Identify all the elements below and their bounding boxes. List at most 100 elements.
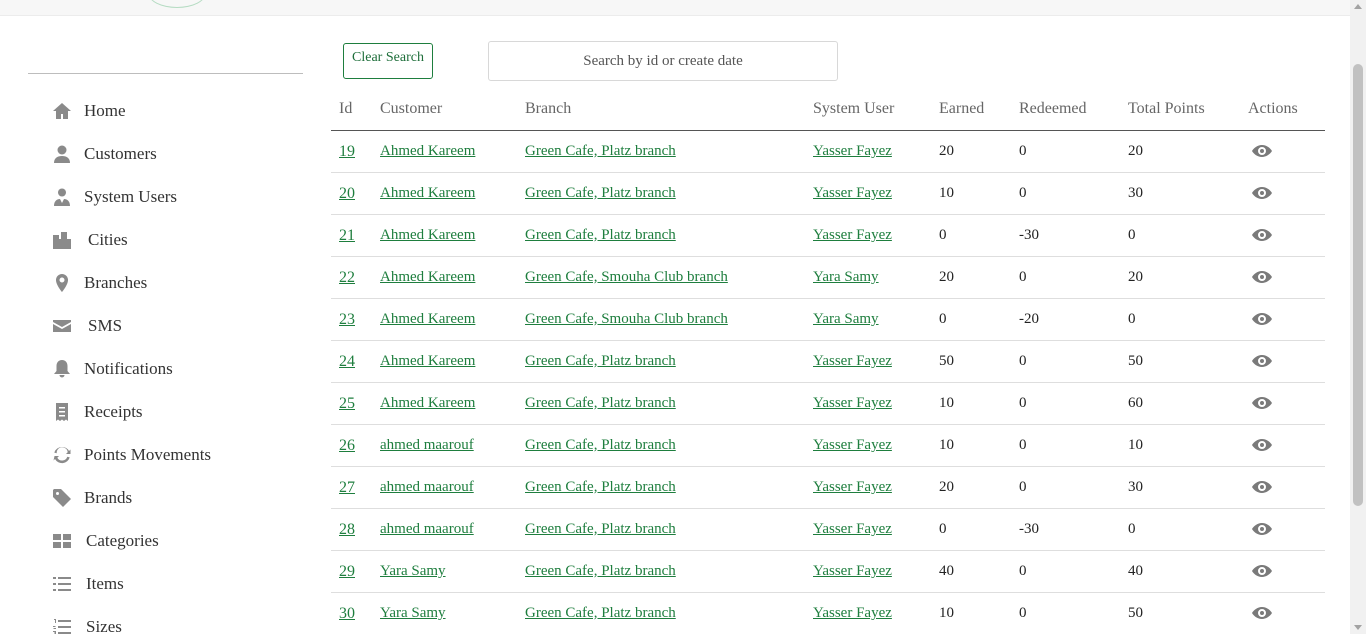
branch-link[interactable]: Green Cafe, Platz branch [525, 353, 676, 370]
earned-value: 10 [939, 395, 954, 411]
sidebar-item-branches[interactable]: Branches [52, 261, 147, 304]
city-icon [52, 230, 72, 250]
view-eye-icon[interactable] [1252, 437, 1272, 453]
sidebar-item-label: Receipts [84, 401, 143, 421]
branch-link[interactable]: Green Cafe, Platz branch [525, 227, 676, 244]
branch-link[interactable]: Green Cafe, Platz branch [525, 479, 676, 496]
system-user-link[interactable]: Yasser Fayez [813, 143, 892, 160]
id-link[interactable]: 25 [339, 395, 355, 413]
id-link[interactable]: 26 [339, 437, 355, 455]
view-eye-icon[interactable] [1252, 311, 1272, 327]
table-row: 20 Ahmed Kareem Green Cafe, Platz branch Ya… [331, 173, 1325, 215]
sidebar-item-points-movements[interactable]: Points Movements [52, 433, 211, 476]
view-eye-icon[interactable] [1252, 563, 1272, 579]
earned-value: 20 [939, 479, 954, 495]
id-link[interactable]: 28 [339, 521, 355, 539]
column-header-actions: Actions [1248, 100, 1298, 117]
system-user-link[interactable]: Yasser Fayez [813, 605, 892, 622]
branch-link[interactable]: Green Cafe, Platz branch [525, 521, 676, 538]
customer-link[interactable]: Ahmed Kareem [380, 269, 475, 286]
scrollbar[interactable] [1350, 0, 1366, 634]
total-points-value: 0 [1128, 227, 1136, 243]
id-link[interactable]: 30 [339, 605, 355, 623]
customer-link[interactable]: Yara Samy [380, 605, 446, 622]
customer-link[interactable]: Ahmed Kareem [380, 227, 475, 244]
total-points-value: 10 [1128, 437, 1143, 453]
branch-link[interactable]: Green Cafe, Platz branch [525, 143, 676, 160]
customer-link[interactable]: ahmed maarouf [380, 479, 474, 496]
envelope-icon [52, 316, 72, 336]
scroll-up-arrow-icon[interactable] [1354, 4, 1362, 9]
customer-link[interactable]: Ahmed Kareem [380, 311, 475, 328]
branch-link[interactable]: Green Cafe, Smouha Club branch [525, 269, 728, 286]
branch-link[interactable]: Green Cafe, Platz branch [525, 605, 676, 622]
view-eye-icon[interactable] [1252, 395, 1272, 411]
table-row: 19 Ahmed Kareem Green Cafe, Platz branch Ya… [331, 131, 1325, 173]
scroll-thumb[interactable] [1353, 64, 1363, 506]
customer-link[interactable]: Ahmed Kareem [380, 395, 475, 412]
sidebar-item-cities[interactable]: Cities [52, 218, 128, 261]
redeemed-value: 0 [1019, 269, 1027, 285]
id-link[interactable]: 24 [339, 353, 355, 371]
id-link[interactable]: 23 [339, 311, 355, 329]
system-user-link[interactable]: Yara Samy [813, 269, 879, 286]
sidebar-item-notifications[interactable]: Notifications [52, 347, 173, 390]
sidebar-item-home[interactable]: Home [52, 89, 126, 132]
view-eye-icon[interactable] [1252, 521, 1272, 537]
branch-link[interactable]: Green Cafe, Platz branch [525, 563, 676, 580]
id-link[interactable]: 29 [339, 563, 355, 581]
branch-link[interactable]: Green Cafe, Smouha Club branch [525, 311, 728, 328]
system-user-link[interactable]: Yasser Fayez [813, 563, 892, 580]
view-eye-icon[interactable] [1252, 227, 1272, 243]
redeemed-value: -30 [1019, 227, 1039, 243]
view-eye-icon[interactable] [1252, 605, 1272, 621]
view-eye-icon[interactable] [1252, 185, 1272, 201]
id-link[interactable]: 21 [339, 227, 355, 245]
points-table: Id Customer Branch System User Earned Redeeme… [331, 89, 1325, 634]
system-user-link[interactable]: Yasser Fayez [813, 395, 892, 412]
customer-link[interactable]: Yara Samy [380, 563, 446, 580]
sidebar-item-categories[interactable]: Categories [52, 519, 159, 562]
system-user-link[interactable]: Yara Samy [813, 311, 879, 328]
id-link[interactable]: 27 [339, 479, 355, 497]
branch-link[interactable]: Green Cafe, Platz branch [525, 185, 676, 202]
clear-search-button[interactable]: Clear Search [343, 43, 433, 79]
sidebar-item-sms[interactable]: SMS [52, 304, 122, 347]
view-eye-icon[interactable] [1252, 269, 1272, 285]
customer-link[interactable]: Ahmed Kareem [380, 353, 475, 370]
grid-icon [52, 531, 72, 551]
column-header-id: Id [339, 100, 353, 117]
view-eye-icon[interactable] [1252, 353, 1272, 369]
column-header-system-user: System User [813, 100, 895, 117]
view-eye-icon[interactable] [1252, 479, 1272, 495]
branch-link[interactable]: Green Cafe, Platz branch [525, 437, 676, 454]
customer-link[interactable]: Ahmed Kareem [380, 185, 475, 202]
branch-link[interactable]: Green Cafe, Platz branch [525, 395, 676, 412]
sidebar-item-system-users[interactable]: System Users [52, 175, 177, 218]
system-user-link[interactable]: Yasser Fayez [813, 437, 892, 454]
redeemed-value: 0 [1019, 563, 1027, 579]
sidebar-item-receipts[interactable]: Receipts [52, 390, 143, 433]
table-row: 26 ahmed maarouf Green Cafe, Platz branch Y… [331, 425, 1325, 467]
customer-link[interactable]: ahmed maarouf [380, 521, 474, 538]
scroll-down-arrow-icon[interactable] [1354, 625, 1362, 630]
total-points-value: 20 [1128, 269, 1143, 285]
table-row: 23 Ahmed Kareem Green Cafe, Smouha Club br… [331, 299, 1325, 341]
customer-link[interactable]: ahmed maarouf [380, 437, 474, 454]
sidebar-item-items[interactable]: Items [52, 562, 124, 605]
sidebar-item-brands[interactable]: Brands [52, 476, 132, 519]
system-user-link[interactable]: Yasser Fayez [813, 185, 892, 202]
system-user-link[interactable]: Yasser Fayez [813, 521, 892, 538]
column-header-total-points: Total Points [1128, 100, 1205, 117]
view-eye-icon[interactable] [1252, 143, 1272, 159]
sidebar-item-customers[interactable]: Customers [52, 132, 157, 175]
system-user-link[interactable]: Yasser Fayez [813, 353, 892, 370]
customer-link[interactable]: Ahmed Kareem [380, 143, 475, 160]
id-link[interactable]: 19 [339, 143, 355, 161]
search-input[interactable] [488, 41, 838, 81]
id-link[interactable]: 22 [339, 269, 355, 287]
sidebar-item-sizes[interactable]: Sizes [52, 605, 122, 634]
system-user-link[interactable]: Yasser Fayez [813, 227, 892, 244]
system-user-link[interactable]: Yasser Fayez [813, 479, 892, 496]
id-link[interactable]: 20 [339, 185, 355, 203]
